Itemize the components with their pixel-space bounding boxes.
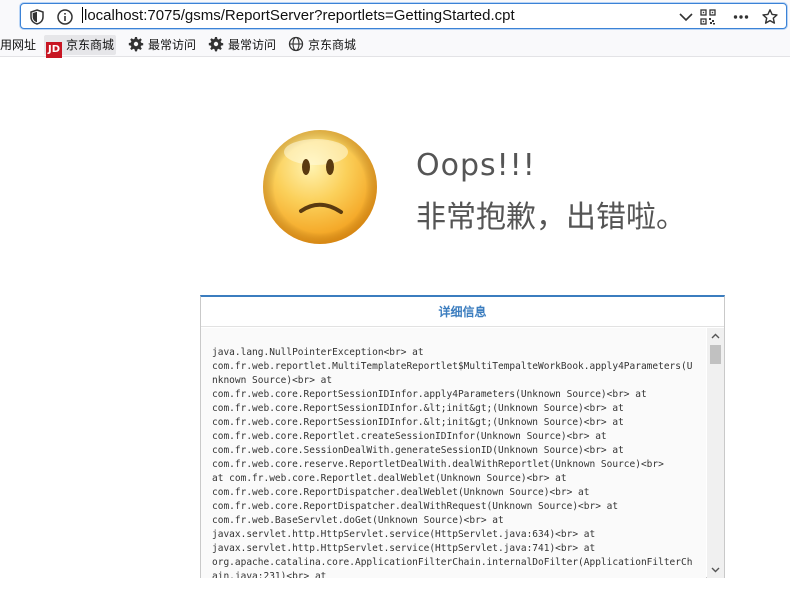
- star-icon[interactable]: [761, 8, 779, 26]
- gear-icon: [208, 37, 224, 52]
- bookmark-label: 用网址: [0, 38, 37, 52]
- bookmark-item[interactable]: 用网址: [0, 35, 38, 55]
- url-text: localhost:7075/gsms/ReportServer?reportl…: [84, 7, 515, 24]
- more-menu-icon[interactable]: [732, 8, 750, 26]
- bookmark-label: 最常访问: [228, 38, 277, 52]
- browser-toolbar: localhost:7075/gsms/ReportServer?reportl…: [0, 0, 790, 33]
- bookmark-item-most-visited[interactable]: 最常访问: [206, 35, 278, 55]
- detail-header[interactable]: 详细信息: [201, 297, 724, 327]
- globe-icon: [288, 36, 304, 52]
- vertical-scrollbar[interactable]: [707, 328, 724, 578]
- error-subtitle: 非常抱歉，出错啦。: [416, 200, 686, 235]
- chevron-down-icon[interactable]: [677, 8, 695, 26]
- bookmarks-bar: 用网址 JD 京东商城 最常访问 最常访问 京东商城: [0, 33, 790, 58]
- bookmark-label: 京东商城: [66, 38, 115, 52]
- sad-face-icon: [263, 130, 377, 244]
- text-caret: [82, 7, 83, 23]
- address-bar[interactable]: localhost:7075/gsms/ReportServer?reportl…: [20, 3, 787, 29]
- error-title: Oops!!!: [416, 148, 536, 183]
- qr-code-icon[interactable]: [699, 8, 717, 26]
- error-detail-panel: 详细信息 java.lang.NullPointerException<br> …: [200, 295, 725, 578]
- scrollbar-thumb[interactable]: [710, 345, 721, 364]
- url-input[interactable]: localhost:7075/gsms/ReportServer?reportl…: [82, 7, 515, 24]
- info-icon[interactable]: [56, 8, 74, 26]
- scroll-up-arrow-icon[interactable]: [707, 328, 724, 344]
- jd-logo-icon: JD: [46, 42, 62, 58]
- bookmark-item-most-visited[interactable]: 最常访问: [126, 35, 198, 55]
- shield-icon[interactable]: [28, 8, 46, 26]
- stack-trace-text: java.lang.NullPointerException<br> at co…: [212, 347, 693, 578]
- gear-icon: [128, 37, 144, 52]
- bookmark-item-jd[interactable]: 京东商城: [286, 35, 358, 55]
- bookmark-label: 京东商城: [308, 38, 357, 52]
- bookmark-item-jd[interactable]: JD 京东商城: [44, 35, 117, 58]
- scroll-down-arrow-icon[interactable]: [707, 562, 724, 578]
- stack-trace-area[interactable]: java.lang.NullPointerException<br> at co…: [201, 328, 706, 578]
- bookmark-label: 最常访问: [148, 38, 197, 52]
